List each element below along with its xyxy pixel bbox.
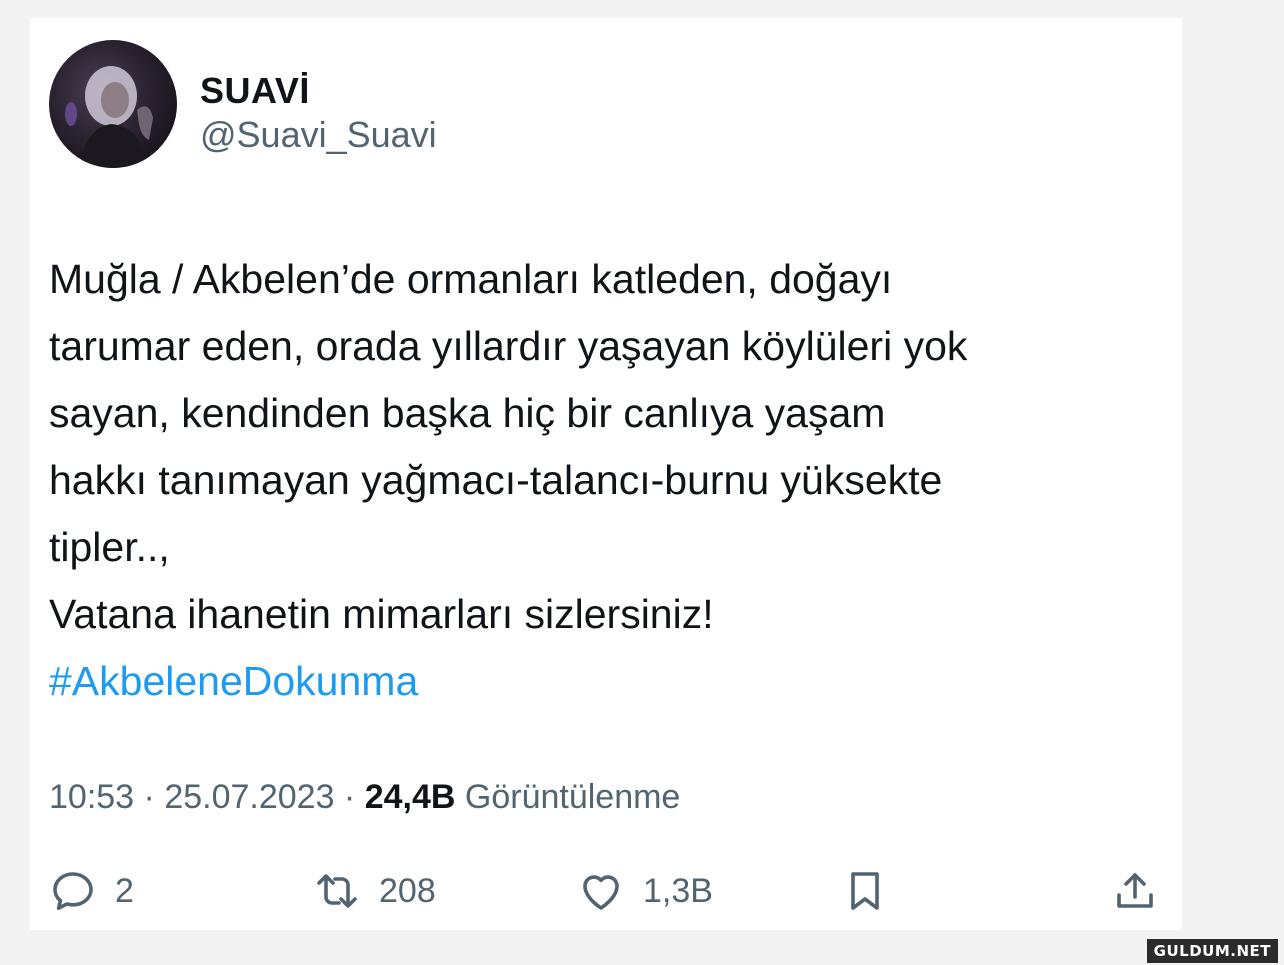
retweet-count: 208 [379,871,436,910]
action-bar: 2 208 1,3B [49,866,1159,916]
tweet-meta: 10:53 · 25.07.2023 · 24,4B Görüntülenme [49,778,680,817]
bookmark-button[interactable] [841,866,889,916]
tweet-date[interactable]: 25.07.2023 [164,778,334,816]
reply-icon [49,867,97,915]
tweet-text-line: Muğla / Akbelen’de ormanları katleden, d… [49,256,893,302]
tweet-card: SUAVİ @Suavi_Suavi Muğla / Akbelen’de or… [30,18,1182,930]
tweet-time[interactable]: 10:53 [49,778,134,816]
meta-separator: · [134,778,165,816]
meta-separator: · [334,778,365,816]
tweet-text-line: Vatana ihanetin mimarları sizlersiniz! [49,591,714,637]
display-name[interactable]: SUAVİ [200,70,310,112]
tweet-text-line: tipler.., [49,524,170,570]
views-count: 24,4B [364,778,456,816]
bookmark-icon [841,867,889,915]
tweet-text-line: tarumar eden, orada yıllardır yaşayan kö… [49,323,968,369]
views-label: Görüntülenme [464,778,681,816]
heart-icon [577,867,625,915]
hashtag-link[interactable]: #AkbeleneDokunma [49,648,1159,715]
reply-count: 2 [115,871,134,910]
avatar[interactable] [49,40,177,168]
avatar-photo [65,66,153,168]
tweet-text-line: hakkı tanımayan yağmacı-talancı-burnu yü… [49,457,943,503]
retweet-icon [313,867,361,915]
user-handle[interactable]: @Suavi_Suavi [200,114,437,156]
site-watermark: GULDUM.NET [1146,939,1278,963]
like-button[interactable]: 1,3B [577,866,713,916]
like-count: 1,3B [643,871,713,910]
share-icon [1111,867,1159,915]
share-button[interactable] [1111,866,1159,916]
retweet-button[interactable]: 208 [313,866,436,916]
tweet-text: Muğla / Akbelen’de ormanları katleden, d… [49,246,1159,715]
reply-button[interactable]: 2 [49,866,134,916]
tweet-text-line: sayan, kendinden başka hiç bir canlıya y… [49,390,886,436]
